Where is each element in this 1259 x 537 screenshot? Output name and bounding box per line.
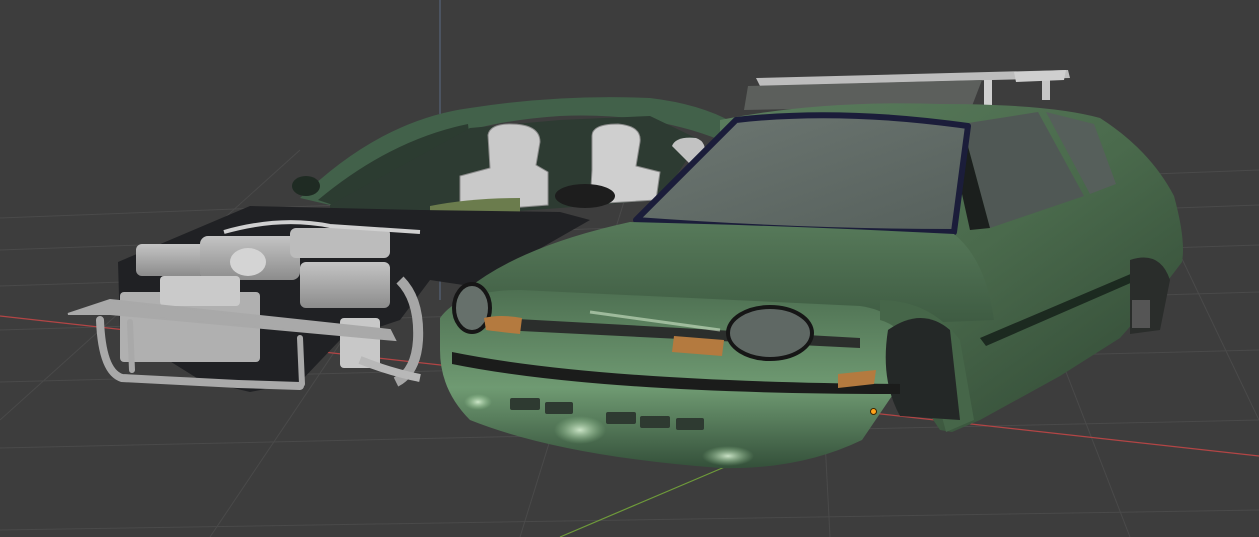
viewport-canvas[interactable]	[0, 0, 1259, 537]
3d-viewport[interactable]	[0, 0, 1259, 537]
headlight-left	[452, 282, 492, 334]
headlight-right	[726, 305, 814, 361]
object-origin-icon[interactable]	[871, 409, 876, 414]
